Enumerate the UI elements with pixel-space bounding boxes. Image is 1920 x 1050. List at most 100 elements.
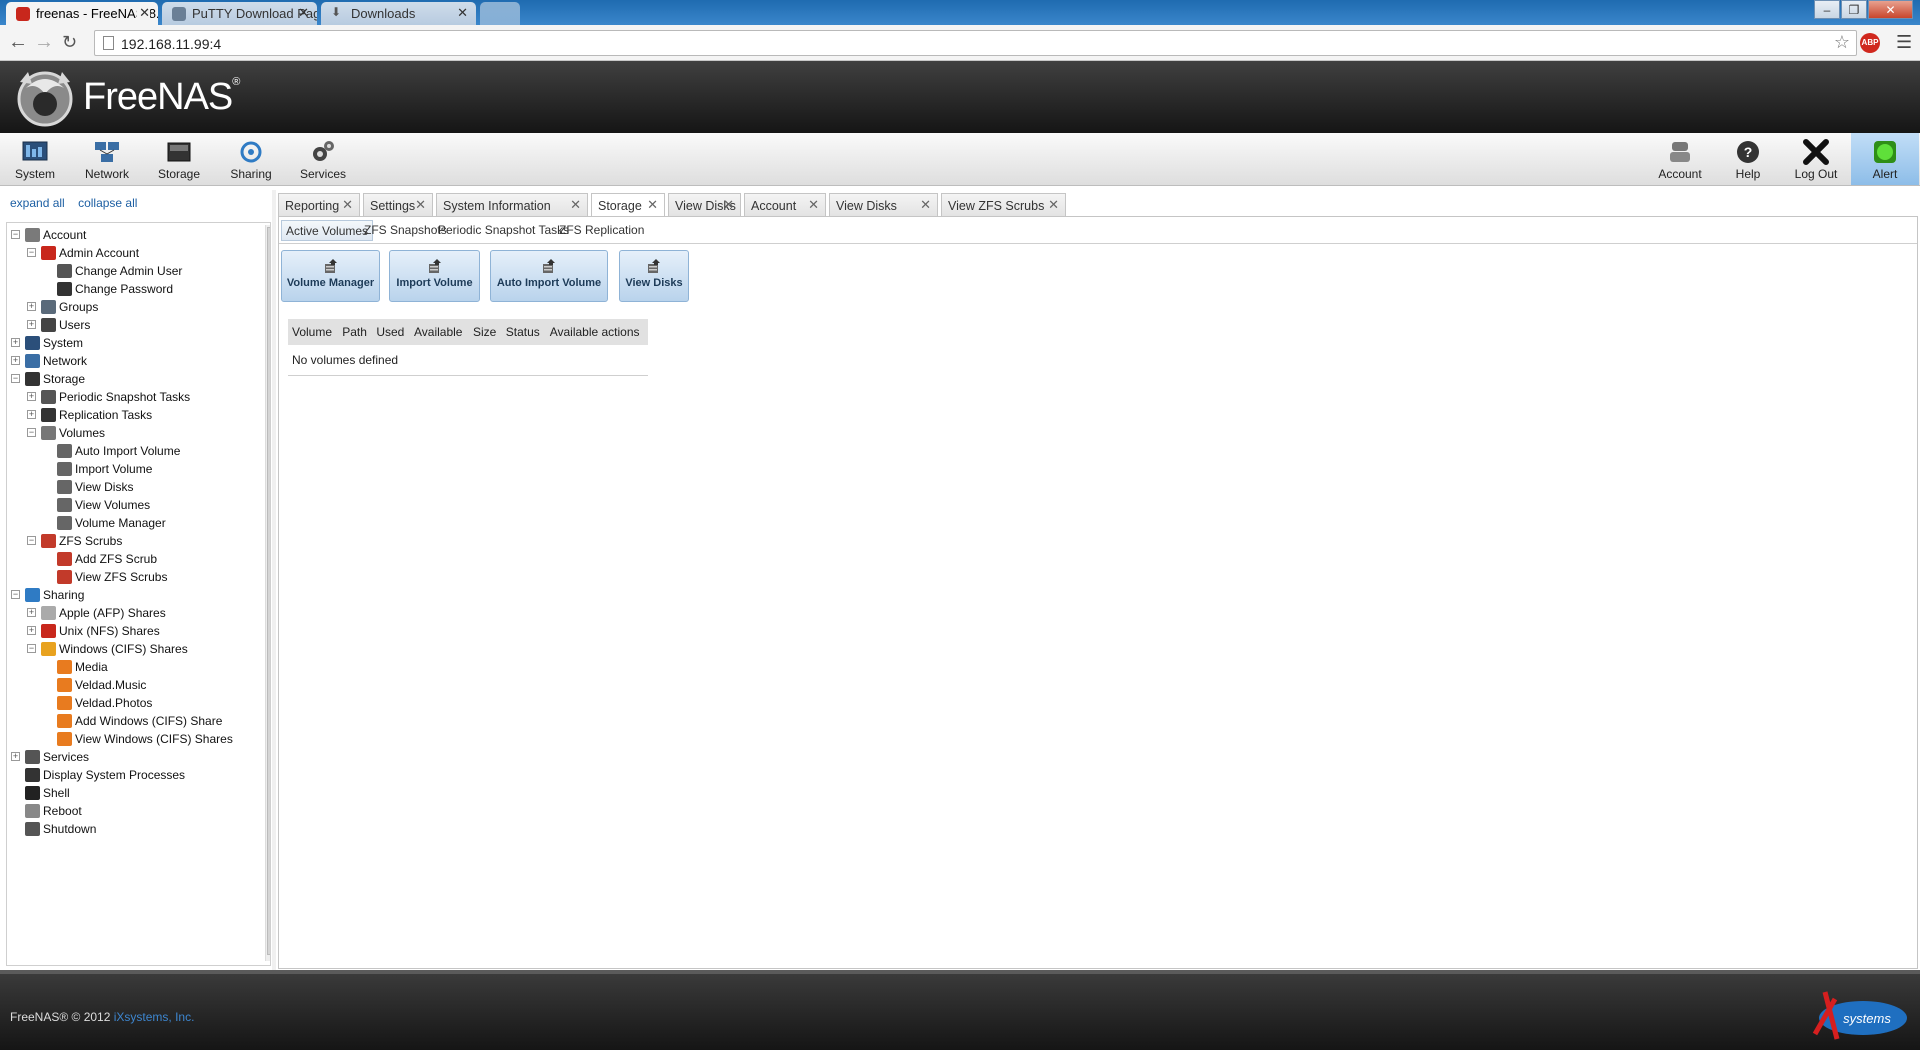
browser-tab-freenas[interactable]: freenas - FreeNAS-8.3.0-R ✕ bbox=[6, 2, 158, 25]
close-icon[interactable]: ✕ bbox=[457, 5, 468, 21]
expand-all-link[interactable]: expand all bbox=[10, 196, 65, 210]
expand-icon[interactable]: + bbox=[27, 320, 36, 329]
tab-label: View Disks bbox=[836, 199, 897, 213]
tree-item-label: Sharing bbox=[43, 588, 85, 602]
tab-close-icon[interactable]: ✕ bbox=[723, 197, 734, 213]
new-tab-button[interactable] bbox=[480, 2, 520, 25]
close-icon[interactable]: ✕ bbox=[298, 5, 309, 21]
column-header[interactable]: Used bbox=[372, 319, 410, 345]
minimize-button[interactable]: – bbox=[1814, 0, 1840, 19]
nav-label: Sharing bbox=[230, 167, 272, 181]
close-icon[interactable]: ✕ bbox=[137, 5, 150, 21]
tree-item-label: Storage bbox=[43, 372, 86, 386]
column-header[interactable]: Volume bbox=[288, 319, 339, 345]
pane-splitter[interactable] bbox=[272, 190, 276, 970]
collapse-all-link[interactable]: collapse all bbox=[78, 196, 137, 210]
tree-node-icon bbox=[25, 588, 40, 602]
system-icon bbox=[22, 141, 48, 161]
tree-node-icon bbox=[57, 444, 72, 458]
tab-view-disks[interactable]: View Disks ✕ bbox=[829, 193, 938, 216]
expand-icon[interactable]: + bbox=[27, 302, 36, 311]
reload-icon[interactable]: ↻ bbox=[62, 31, 77, 53]
nav-label: Storage bbox=[157, 167, 201, 181]
expand-icon[interactable]: + bbox=[27, 392, 36, 401]
tab-storage[interactable]: Storage ✕ bbox=[591, 193, 665, 217]
tab-close-icon[interactable]: ✕ bbox=[415, 197, 426, 213]
column-header[interactable]: Status bbox=[501, 319, 546, 345]
tree-item-label: Reboot bbox=[43, 804, 82, 818]
column-header[interactable]: Size bbox=[469, 319, 502, 345]
nav-account[interactable]: Account bbox=[1650, 136, 1710, 181]
company-link[interactable]: iXsystems, Inc. bbox=[114, 1010, 195, 1024]
collapse-icon[interactable]: − bbox=[27, 248, 36, 257]
address-bar[interactable]: 192.168.11.99:4 ☆ bbox=[94, 30, 1857, 56]
account-icon bbox=[1670, 142, 1690, 162]
nav-label: System bbox=[14, 167, 55, 181]
tab-settings[interactable]: Settings ✕ bbox=[363, 193, 433, 216]
window-close-button[interactable]: ✕ bbox=[1868, 0, 1913, 19]
tab-view-disks[interactable]: View Disks ✕ bbox=[668, 193, 741, 216]
volume-manager-button[interactable]: Volume Manager bbox=[281, 250, 380, 302]
tab-close-icon[interactable]: ✕ bbox=[808, 197, 819, 213]
expand-icon[interactable]: + bbox=[11, 752, 20, 761]
browser-tab-putty[interactable]: PuTTY Download Page ✕ bbox=[162, 2, 317, 25]
view-disks-button[interactable]: View Disks bbox=[619, 250, 689, 302]
tree-node-icon bbox=[57, 678, 72, 692]
tree-scrollbar[interactable] bbox=[265, 225, 270, 961]
tab-view-zfs-scrubs[interactable]: View ZFS Scrubs ✕ bbox=[941, 193, 1066, 216]
collapse-icon[interactable]: − bbox=[11, 374, 20, 383]
collapse-icon[interactable]: − bbox=[11, 230, 20, 239]
scroll-thumb[interactable] bbox=[267, 227, 270, 955]
restore-button[interactable]: ❐ bbox=[1841, 0, 1867, 19]
tree-node-icon bbox=[57, 660, 72, 674]
tree-item-label: View Disks bbox=[75, 480, 134, 494]
svg-text:?: ? bbox=[1744, 144, 1753, 160]
nav-alert[interactable]: Alert bbox=[1851, 133, 1919, 185]
collapse-icon[interactable]: − bbox=[11, 590, 20, 599]
nav-label: Account bbox=[1658, 167, 1702, 181]
tab-close-icon[interactable]: ✕ bbox=[1048, 197, 1059, 213]
tree-node-icon bbox=[57, 498, 72, 512]
bookmark-star-icon[interactable]: ☆ bbox=[1834, 32, 1850, 53]
back-icon[interactable]: ← bbox=[8, 31, 28, 53]
tab-close-icon[interactable]: ✕ bbox=[570, 197, 581, 213]
expand-icon[interactable]: + bbox=[11, 338, 20, 347]
subtab-zfs-replication[interactable]: ZFS Replication bbox=[555, 220, 648, 241]
import-volume-button[interactable]: Import Volume bbox=[389, 250, 480, 302]
nav-storage[interactable]: Storage bbox=[149, 136, 209, 181]
column-header[interactable]: Available bbox=[409, 319, 470, 345]
collapse-icon[interactable]: − bbox=[27, 644, 36, 653]
tree-item-label: Network bbox=[43, 354, 88, 368]
tree-node-icon bbox=[25, 786, 40, 800]
tab-reporting[interactable]: Reporting ✕ bbox=[278, 193, 360, 216]
expand-icon[interactable]: + bbox=[11, 356, 20, 365]
nav-system[interactable]: System bbox=[5, 136, 65, 181]
collapse-icon[interactable]: − bbox=[27, 536, 36, 545]
nav-logout[interactable]: Log Out bbox=[1786, 136, 1846, 181]
alert-icon bbox=[1874, 141, 1896, 163]
browser-tab-strip: freenas - FreeNAS-8.3.0-R ✕ PuTTY Downlo… bbox=[0, 0, 1920, 25]
collapse-icon[interactable]: − bbox=[27, 428, 36, 437]
tree-node-icon bbox=[25, 768, 40, 782]
column-header[interactable]: Path bbox=[338, 319, 373, 345]
tab-close-icon[interactable]: ✕ bbox=[647, 197, 658, 213]
tab-system-information[interactable]: System Information ✕ bbox=[436, 193, 588, 216]
expand-icon[interactable]: + bbox=[27, 626, 36, 635]
subtab-periodic-snapshot-tasks[interactable]: Periodic Snapshot Tasks bbox=[434, 220, 573, 241]
expand-icon[interactable]: + bbox=[27, 608, 36, 617]
nav-help[interactable]: ? Help bbox=[1718, 136, 1778, 181]
nav-label: Alert bbox=[1872, 167, 1898, 181]
adblock-icon[interactable]: ABP bbox=[1860, 33, 1880, 53]
menu-icon[interactable]: ☰ bbox=[1896, 32, 1912, 53]
column-header[interactable]: Available actions bbox=[545, 319, 648, 345]
tab-close-icon[interactable]: ✕ bbox=[342, 197, 353, 213]
tab-close-icon[interactable]: ✕ bbox=[920, 197, 931, 213]
tab-account[interactable]: Account ✕ bbox=[744, 193, 826, 216]
nav-sharing[interactable]: Sharing bbox=[221, 136, 281, 181]
forward-icon[interactable]: → bbox=[34, 31, 54, 53]
nav-network[interactable]: Network bbox=[77, 136, 137, 181]
auto-import-volume-button[interactable]: Auto Import Volume bbox=[490, 250, 608, 302]
nav-services[interactable]: Services bbox=[293, 136, 353, 181]
expand-icon[interactable]: + bbox=[27, 410, 36, 419]
browser-tab-downloads[interactable]: ⬇ Downloads ✕ bbox=[321, 2, 476, 25]
